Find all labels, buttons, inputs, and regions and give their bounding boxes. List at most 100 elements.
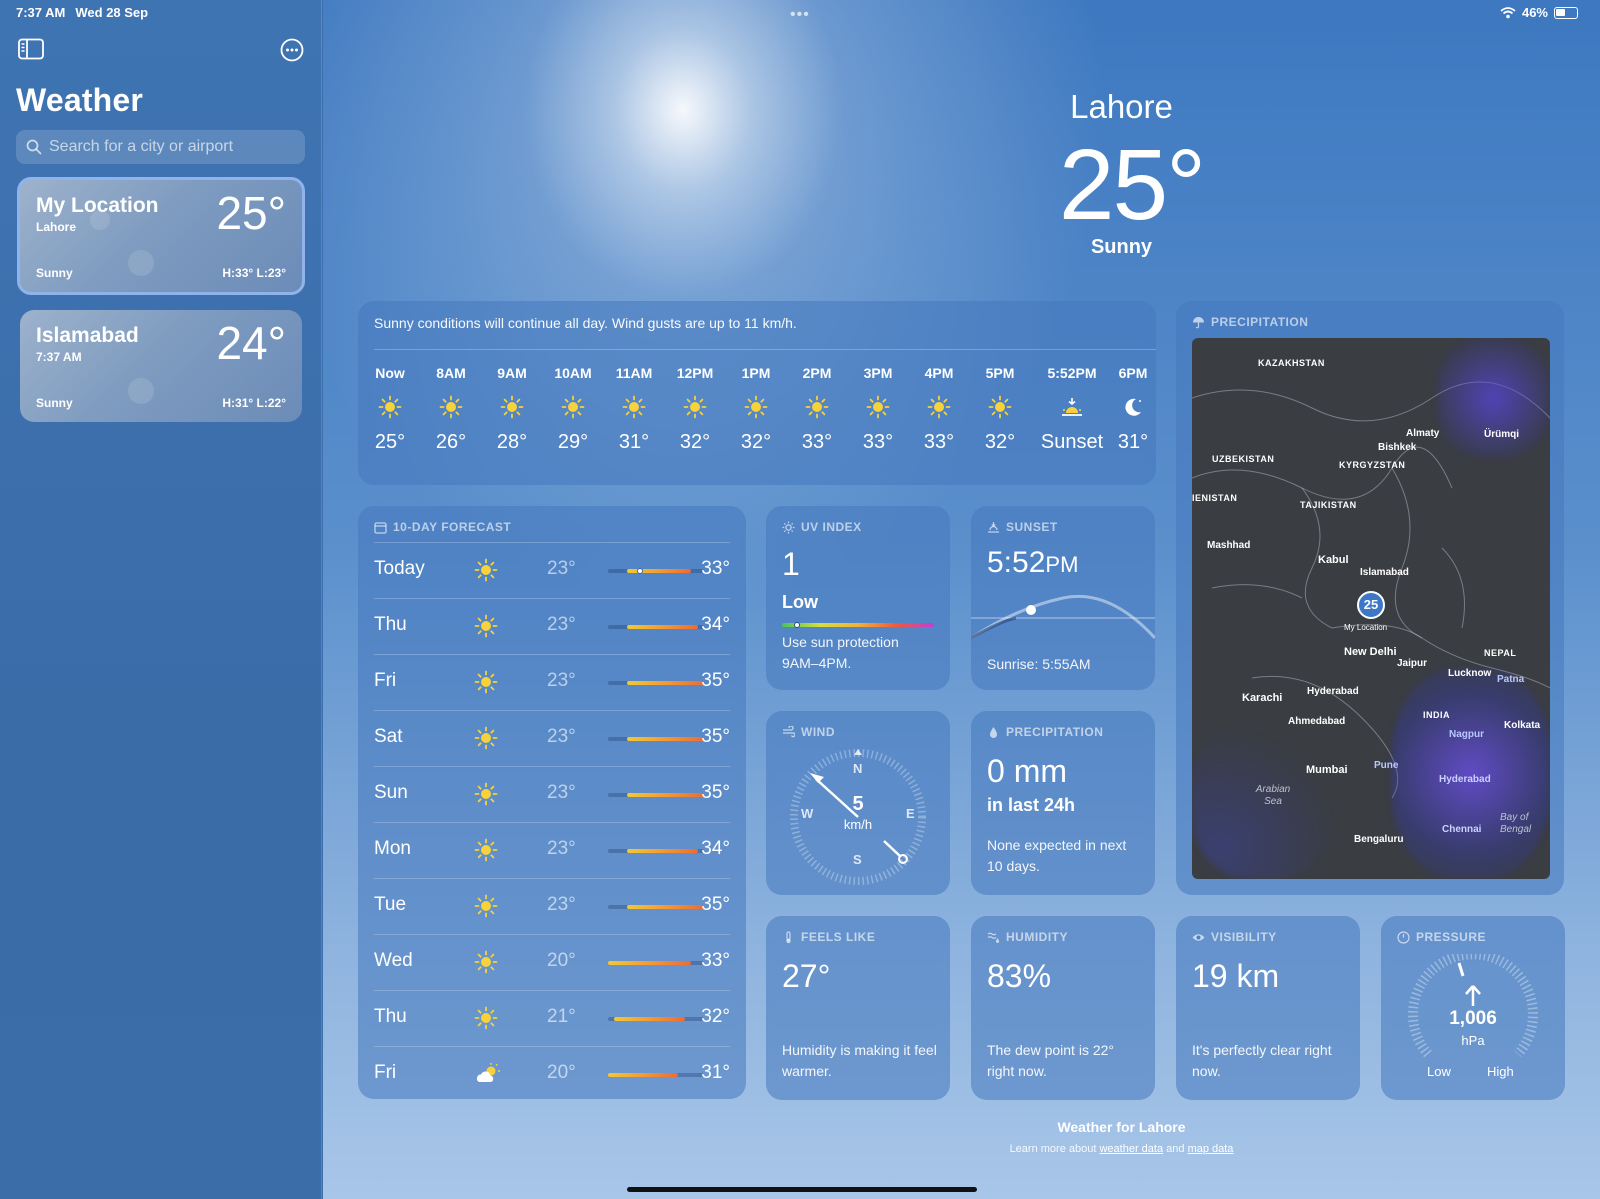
sun-icon	[474, 894, 498, 918]
card-title: PRECIPITATION	[1006, 725, 1104, 739]
location-card-islamabad[interactable]: Islamabad 7:37 AM 24° Sunny H:31° L:22°	[20, 310, 302, 422]
map-label: Arabian Sea	[1255, 784, 1291, 807]
date: Wed 28 Sep	[75, 5, 149, 20]
wind-unit: km/h	[843, 817, 873, 832]
forecast-day-row[interactable]: Sat 23° 35°	[374, 710, 730, 766]
card-title: 10-DAY FORECAST	[393, 520, 512, 534]
location-name: Islamabad	[36, 324, 139, 347]
map-label: IENISTAN	[1192, 493, 1238, 503]
humidity-card[interactable]: HUMIDITY 83% The dew point is 22° right …	[971, 916, 1155, 1100]
card-title: PRECIPITATION	[1211, 315, 1309, 329]
temperature-range-fill	[627, 793, 704, 797]
feels-like-card[interactable]: FEELS LIKE 27° Humidity is making it fee…	[766, 916, 950, 1100]
temperature-range-bar	[608, 961, 704, 965]
visibility-card[interactable]: VISIBILITY 19 km It's perfectly clear ri…	[1176, 916, 1360, 1100]
location-name: My Location	[36, 194, 159, 217]
location-card-my-location[interactable]: My Location Lahore 25° Sunny H:33° L:23°	[17, 177, 305, 295]
location-temperature: 24°	[216, 317, 286, 369]
my-location-pin[interactable]: 25	[1357, 591, 1385, 619]
map-label: Karachi	[1242, 692, 1283, 704]
multitasking-dots-icon[interactable]: •••	[790, 6, 810, 24]
precipitation-map-card[interactable]: PRECIPITATION KAZAKHSTAN UZBEKISTAN KYRG…	[1176, 301, 1564, 895]
card-header: VISIBILITY	[1192, 930, 1277, 944]
high-temperature: 35°	[701, 782, 730, 803]
high-temperature: 33°	[701, 558, 730, 579]
hour-temperature: 31°	[618, 431, 650, 453]
hour-time: 3PM	[863, 365, 893, 381]
temperature-range-bar	[608, 1073, 704, 1077]
wind-card[interactable]: WIND N E S W 5 km/h	[766, 711, 950, 895]
humidity-note: The dew point is 22° right now.	[987, 1042, 1115, 1079]
temperature-range-bar	[608, 849, 704, 853]
card-header: SUNSET	[987, 520, 1058, 534]
map-label: Mumbai	[1306, 764, 1348, 776]
calendar-icon	[374, 521, 387, 534]
low-temperature: 20°	[547, 1062, 576, 1083]
high-temperature: 35°	[701, 894, 730, 915]
pressure-card[interactable]: PRESSURE 1,006 hPa Low High	[1381, 916, 1565, 1100]
day-name: Mon	[374, 838, 411, 859]
forecast-day-row[interactable]: Thu 21° 32°	[374, 990, 730, 1046]
day-name: Thu	[374, 1006, 407, 1027]
status-time: 7:37 AM Wed 28 Sep	[16, 5, 158, 20]
search-input[interactable]	[49, 138, 289, 156]
hour-item: 1PM 32°	[721, 365, 791, 454]
hour-temperature: 25°	[374, 431, 406, 453]
forecast-day-row[interactable]: Thu 23° 34°	[374, 598, 730, 654]
day-name: Sat	[374, 726, 403, 747]
more-options-icon[interactable]	[280, 38, 304, 62]
sun-icon	[805, 395, 829, 419]
temperature-range-fill	[608, 1073, 679, 1077]
hour-item: 2PM 33°	[782, 365, 852, 454]
map-label: NEPAL	[1484, 648, 1517, 658]
day-name: Sun	[374, 782, 408, 803]
sun-icon	[474, 1006, 498, 1030]
hour-temperature: 28°	[496, 431, 528, 453]
precipitation-card[interactable]: PRECIPITATION 0 mm in last 24h None expe…	[971, 711, 1155, 895]
map-data-link[interactable]: map data	[1188, 1143, 1234, 1155]
card-title: VISIBILITY	[1211, 930, 1277, 944]
weather-data-link[interactable]: weather data	[1099, 1143, 1163, 1155]
sidebar-toggle-icon[interactable]	[18, 38, 44, 60]
hour-item: 6PM 31°	[1098, 365, 1156, 454]
precipitation-map[interactable]: KAZAKHSTAN UZBEKISTAN KYRGYZSTAN TAJIKIS…	[1192, 338, 1550, 879]
sun-icon	[439, 395, 463, 419]
map-label: Bay of Bengal	[1500, 812, 1532, 835]
temperature-range-bar	[608, 625, 704, 629]
hour-time: 6PM	[1118, 365, 1148, 381]
card-title: UV INDEX	[801, 520, 862, 534]
forecast-day-row[interactable]: Today 23° 33°	[374, 542, 730, 598]
hour-item: 4PM 33°	[904, 365, 974, 454]
forecast-day-row[interactable]: Fri 23° 35°	[374, 654, 730, 710]
uv-index-card[interactable]: UV INDEX 1 Low Use sun protection 9AM–4P…	[766, 506, 950, 690]
hourly-forecast-card[interactable]: Sunny conditions will continue all day. …	[358, 301, 1156, 485]
uv-level: Low	[782, 592, 818, 612]
hour-item: 12PM 32°	[660, 365, 730, 454]
low-temperature: 23°	[547, 726, 576, 747]
forecast-day-row[interactable]: Tue 23° 35°	[374, 878, 730, 934]
map-label: Islamabad	[1360, 567, 1409, 578]
hour-temperature: 33°	[862, 431, 894, 453]
sunset-time: 5:52PM	[987, 546, 1078, 580]
high-temperature: 34°	[701, 614, 730, 635]
search-bar[interactable]	[16, 130, 305, 164]
uv-marker	[794, 622, 801, 628]
forecast-day-row[interactable]: Sun 23° 35°	[374, 766, 730, 822]
temperature-range-fill	[627, 681, 704, 685]
sidebar-title: Weather	[16, 82, 144, 118]
map-label: Kabul	[1318, 554, 1349, 566]
forecast-day-row[interactable]: Wed 20° 33°	[374, 934, 730, 990]
map-label: TAJIKISTAN	[1300, 500, 1357, 510]
forecast-day-row[interactable]: Mon 23° 34°	[374, 822, 730, 878]
location-subtitle: 7:37 AM	[36, 350, 82, 364]
ten-day-forecast-card[interactable]: 10-DAY FORECAST Today 23° 33° Thu 23° 34° Fri 2…	[358, 506, 746, 1099]
forecast-day-row[interactable]: Fri 20° 31°	[374, 1046, 730, 1102]
sunset-card[interactable]: SUNSET 5:52PM Sunrise: 5:55AM	[971, 506, 1155, 690]
hour-item: 9AM 28°	[477, 365, 547, 454]
pressure-unit: hPa	[1461, 1033, 1485, 1048]
sunset-icon	[1060, 395, 1084, 419]
sunset-ampm: PM	[1045, 552, 1079, 577]
map-label: Mashhad	[1207, 540, 1251, 551]
home-indicator[interactable]	[627, 1187, 977, 1192]
sun-icon	[378, 395, 402, 419]
